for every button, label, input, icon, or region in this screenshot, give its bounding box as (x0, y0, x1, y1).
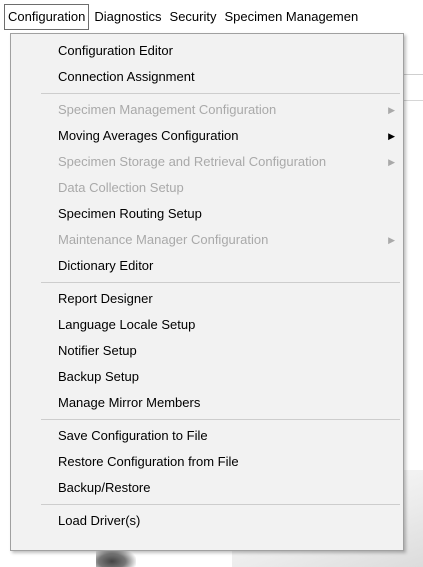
menu-separator (41, 504, 400, 505)
menu-item-data-collection-setup: Data Collection Setup (11, 175, 403, 201)
menu-separator (41, 282, 400, 283)
menu-item-label: Dictionary Editor (58, 258, 154, 273)
menu-item-dictionary-editor[interactable]: Dictionary Editor (11, 253, 403, 279)
chevron-right-icon: ▶ (388, 131, 395, 141)
menu-item-load-driver-s[interactable]: Load Driver(s) (11, 508, 403, 534)
configuration-dropdown-menu: Configuration Editor Connection Assignmen… (10, 33, 404, 551)
menu-security[interactable]: Security (167, 5, 220, 29)
menu-item-label: Maintenance Manager Configuration (58, 232, 269, 247)
menu-item-label: Load Driver(s) (58, 513, 141, 528)
menu-item-label: Configuration Editor (58, 43, 173, 58)
menu-item-label: Language Locale Setup (58, 317, 196, 332)
menu-item-label: Specimen Routing Setup (58, 206, 202, 221)
menu-item-label: Backup Setup (58, 369, 139, 384)
menu-item-label: Backup/Restore (58, 480, 151, 495)
menu-item-save-configuration-to-file[interactable]: Save Configuration to File (11, 423, 403, 449)
menu-item-label: Specimen Management Configuration (58, 102, 277, 117)
menu-item-moving-averages-configuration[interactable]: Moving Averages Configuration ▶ (11, 123, 403, 149)
menu-item-backup-setup[interactable]: Backup Setup (11, 364, 403, 390)
menu-item-report-designer[interactable]: Report Designer (11, 286, 403, 312)
menu-item-label: Specimen Storage and Retrieval Configura… (58, 154, 327, 169)
menu-item-manage-mirror-members[interactable]: Manage Mirror Members (11, 390, 403, 416)
menu-item-backup-restore[interactable]: Backup/Restore (11, 475, 403, 501)
menu-item-connection-assignment[interactable]: Connection Assignment (11, 64, 403, 90)
menu-item-configuration-editor[interactable]: Configuration Editor (11, 38, 403, 64)
menu-item-label: Moving Averages Configuration (58, 128, 239, 143)
menu-item-specimen-routing-setup[interactable]: Specimen Routing Setup (11, 201, 403, 227)
chevron-right-icon: ▶ (388, 157, 395, 167)
menu-item-label: Manage Mirror Members (58, 395, 201, 410)
menu-item-specimen-management-configuration: Specimen Management Configuration ▶ (11, 97, 403, 123)
background-divider (404, 74, 423, 75)
menu-item-label: Notifier Setup (58, 343, 137, 358)
menu-configuration[interactable]: Configuration (4, 4, 90, 30)
menu-item-notifier-setup[interactable]: Notifier Setup (11, 338, 403, 364)
menu-separator (41, 419, 400, 420)
menu-specimen-management[interactable]: Specimen Managemen (222, 5, 362, 29)
menu-bar: Configuration Diagnostics Security Speci… (0, 0, 423, 34)
menu-item-label: Save Configuration to File (58, 428, 208, 443)
menu-item-label: Report Designer (58, 291, 153, 306)
menu-item-label: Restore Configuration from File (58, 454, 239, 469)
menu-separator (41, 93, 400, 94)
menu-item-label: Data Collection Setup (58, 180, 184, 195)
menu-item-specimen-storage-and-retrieval-configuration: Specimen Storage and Retrieval Configura… (11, 149, 403, 175)
menu-diagnostics[interactable]: Diagnostics (91, 5, 164, 29)
chevron-right-icon: ▶ (388, 235, 395, 245)
menu-item-maintenance-manager-configuration: Maintenance Manager Configuration ▶ (11, 227, 403, 253)
menu-item-label: Connection Assignment (58, 69, 195, 84)
menu-item-restore-configuration-from-file[interactable]: Restore Configuration from File (11, 449, 403, 475)
background-divider (404, 100, 423, 101)
menu-item-language-locale-setup[interactable]: Language Locale Setup (11, 312, 403, 338)
chevron-right-icon: ▶ (388, 105, 395, 115)
